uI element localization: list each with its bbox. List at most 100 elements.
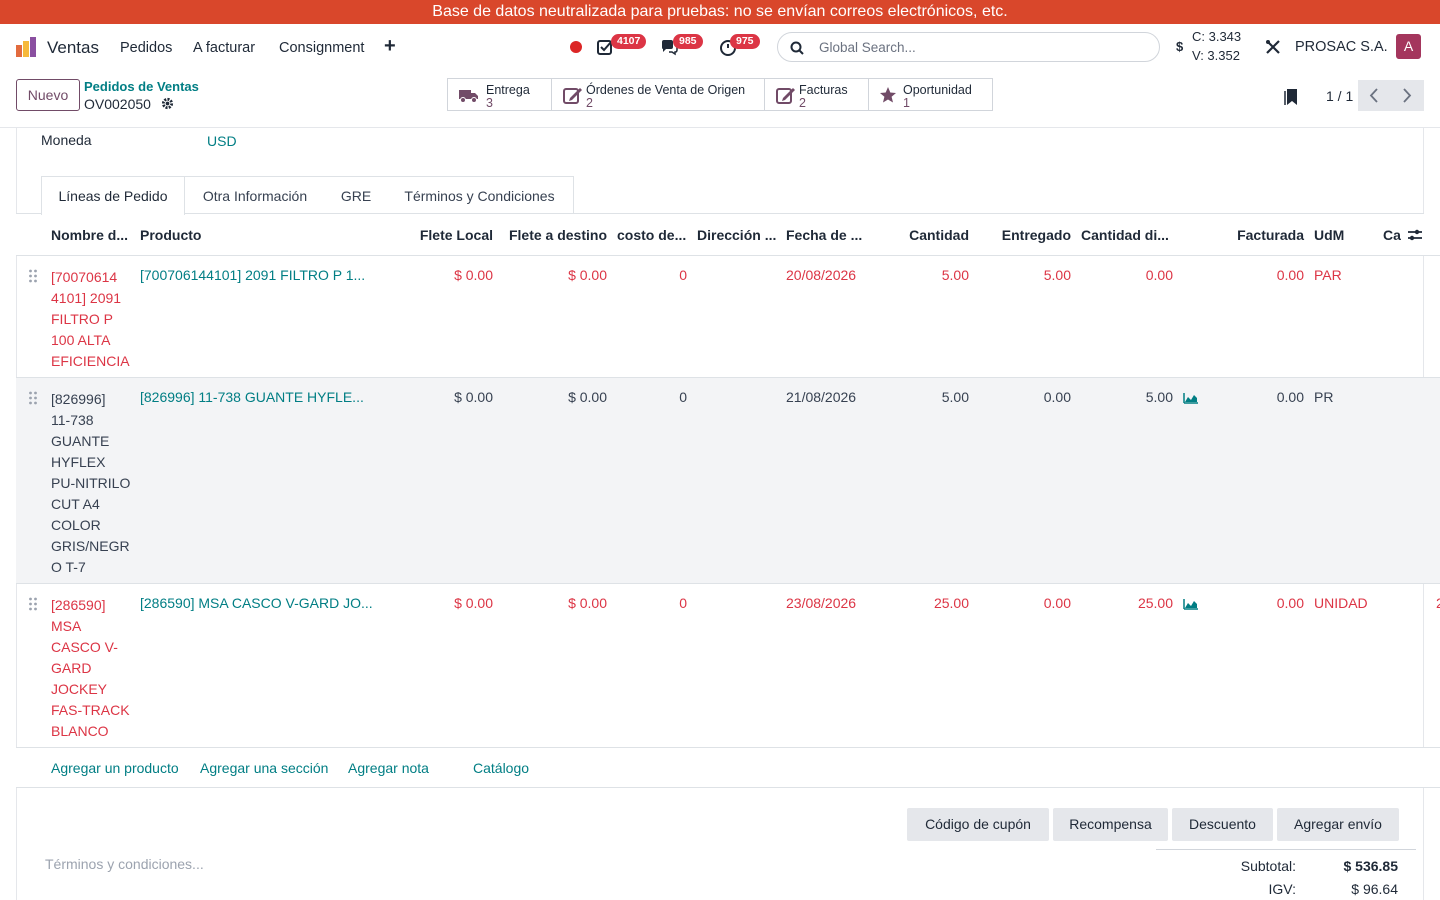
line-fecha[interactable]: 21/08/2026 [786,389,856,405]
table-row[interactable]: [70070614 4101] 2091 FILTRO P 100 ALTA E… [16,256,1440,378]
col-flete-destino[interactable]: Flete a destino [496,227,607,243]
search-icon [790,41,804,55]
line-udm[interactable]: PR [1314,389,1333,405]
user-avatar[interactable]: A [1396,34,1421,59]
col-flete-local[interactable]: Flete Local [396,227,493,243]
col-fecha[interactable]: Fecha de ... [786,227,862,243]
add-shipping-button[interactable]: Agregar envío [1277,808,1399,841]
menu-consignment[interactable]: Consignment [279,40,364,56]
coupon-code-button[interactable]: Código de cupón [907,808,1049,841]
currency-field[interactable]: USD [207,133,237,149]
col-facturada[interactable]: Facturada [1206,227,1304,243]
line-costo[interactable]: 0 [617,389,687,405]
pager-next-button[interactable] [1391,80,1424,111]
line-cantidad[interactable]: 5.00 [866,267,969,283]
tab-other-info[interactable]: Otra Información [184,176,327,214]
sales-app-icon[interactable] [15,36,37,58]
bookmark-icon[interactable] [1284,88,1298,106]
line-flete-local[interactable]: $ 0.00 [396,389,493,405]
smart-button-entrega[interactable]: Entrega 3 [447,78,552,111]
currency-label: Moneda [41,132,92,148]
line-description-part: PU-NITRILO [51,475,131,491]
line-flete-local[interactable]: $ 0.00 [396,595,493,611]
line-flete-destino[interactable]: $ 0.00 [496,267,607,283]
optional-columns-icon[interactable] [1407,227,1423,243]
app-name[interactable]: Ventas [47,38,99,58]
line-product[interactable]: [700706144101] 2091 FILTRO P 1... [140,267,365,283]
pager-previous-button[interactable] [1358,80,1391,111]
gear-icon[interactable] [161,97,174,110]
rate-compra: C: 3.343 [1192,29,1242,44]
forecast-chart-icon[interactable] [1183,392,1199,404]
line-entregado: 5.00 [1043,267,1071,283]
pager-value[interactable]: 1 / 1 [1326,88,1353,104]
line-cantidad-disponible: 0.00 [1145,267,1173,283]
line-udm[interactable]: UNIDAD [1314,595,1368,611]
new-button[interactable]: Nuevo [16,79,80,111]
line-costo[interactable]: 0 [617,595,687,611]
drag-handle-icon[interactable] [28,391,38,405]
line-description[interactable]: [826996] 11-738 GUANTE HYFLEX PU-NITRILO… [51,389,131,578]
tab-terms[interactable]: Términos y Condiciones [386,176,574,214]
add-note-link[interactable]: Agregar nota [348,760,429,776]
add-section-link[interactable]: Agregar una sección [200,760,328,776]
line-product[interactable]: [826996] 11-738 GUANTE HYFLE... [140,389,364,405]
tools-icon[interactable] [1265,39,1281,55]
company-switcher[interactable]: PROSAC S.A. [1295,39,1388,55]
forecast-chart-icon[interactable] [1183,598,1199,610]
smart-button-facturas[interactable]: Facturas 2 [764,78,869,111]
line-description-part: MSA [51,618,82,634]
table-row[interactable]: [286590] MSA CASCO V- GARD JOCKEY FAS-TR… [16,584,1440,748]
smart-button-oportunidad[interactable]: Oportunidad 1 [868,78,993,111]
col-costo[interactable]: costo de... [617,227,686,243]
line-description-part: [826996] [51,391,106,407]
drag-handle-icon[interactable] [28,597,38,611]
tab-gre[interactable]: GRE [326,176,387,214]
menu-a-facturar[interactable]: A facturar [193,40,255,56]
col-cantidad-disponible[interactable]: Cantidad di... [1081,227,1169,243]
line-cantidad[interactable]: 25.00 [866,595,969,611]
smart-button-count: 2 [799,96,806,110]
line-description-part: COLOR [51,517,101,533]
subtotal-label: Subtotal: [1240,858,1296,874]
line-fecha[interactable]: 20/08/2026 [786,267,856,283]
tab-order-lines[interactable]: Líneas de Pedido [41,176,185,215]
plus-icon[interactable]: + [384,35,396,58]
col-cantidad[interactable]: Cantidad [866,227,969,243]
global-search[interactable]: Global Search... [777,32,1160,62]
line-description-part: CASCO V- [51,639,118,655]
catalog-link[interactable]: Catálogo [473,760,529,776]
terms-input[interactable]: Términos y condiciones... [45,856,204,872]
discount-button[interactable]: Descuento [1172,808,1273,841]
breadcrumb-parent[interactable]: Pedidos de Ventas [84,79,199,94]
line-description-part: CUT A4 [51,496,100,512]
line-flete-destino[interactable]: $ 0.00 [496,389,607,405]
drag-handle-icon[interactable] [28,269,38,283]
col-name[interactable]: Nombre d... [51,227,128,243]
col-direccion[interactable]: Dirección ... [697,227,776,243]
table-row[interactable]: [826996] 11-738 GUANTE HYFLEX PU-NITRILO… [16,378,1440,584]
line-udm[interactable]: PAR [1314,267,1342,283]
col-product[interactable]: Producto [140,227,201,243]
line-product[interactable]: [286590] MSA CASCO V-GARD JO... [140,595,373,611]
line-description[interactable]: [70070614 4101] 2091 FILTRO P 100 ALTA E… [51,267,131,372]
line-description-part: [70070614 [51,269,118,285]
line-flete-local[interactable]: $ 0.00 [396,267,493,283]
recording-dot-icon[interactable] [570,41,582,53]
line-costo[interactable]: 0 [617,267,687,283]
activities-badge: 4107 [611,34,647,49]
col-udm[interactable]: UdM [1314,227,1344,243]
menu-pedidos[interactable]: Pedidos [120,40,172,56]
exchange-rate-icon[interactable]: $ [1176,39,1183,54]
add-product-link[interactable]: Agregar un producto [51,760,179,776]
edit-icon [563,88,582,104]
line-cantidad-disponible: 25.00 [1137,595,1173,611]
col-entregado[interactable]: Entregado [971,227,1071,243]
line-cantidad[interactable]: 5.00 [866,389,969,405]
line-fecha[interactable]: 23/08/2026 [786,595,856,611]
line-flete-destino[interactable]: $ 0.00 [496,595,607,611]
col-ca[interactable]: Ca [1383,227,1401,243]
reward-button[interactable]: Recompensa [1053,808,1168,841]
smart-button-origin-orders[interactable]: Órdenes de Venta de Origen 2 [551,78,765,111]
line-description[interactable]: [286590] MSA CASCO V- GARD JOCKEY FAS-TR… [51,595,131,742]
